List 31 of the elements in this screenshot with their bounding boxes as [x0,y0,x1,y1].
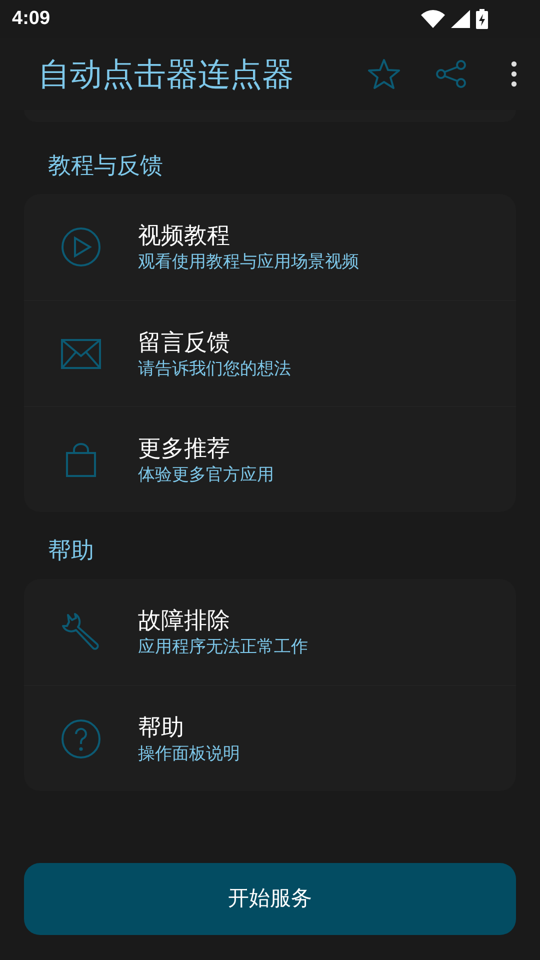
item-subtitle: 操作面板说明 [138,742,240,764]
item-title: 故障排除 [138,606,231,635]
wrench-icon [62,613,100,651]
menu-item[interactable]: 帮助 操作面板说明 [24,685,516,791]
item-title: 视频教程 [138,221,231,250]
section-header: 教程与反馈 [47,151,164,180]
section-header: 帮助 [47,536,95,565]
menu-item[interactable]: 故障排除 应用程序无法正常工作 [24,579,516,685]
app-title: 自动点击器连点器 [38,55,295,94]
item-title: 留言反馈 [138,328,231,356]
status-time: 4:09 [12,6,50,31]
start-service-button[interactable]: 开始服务 [24,863,516,935]
shopping-bag-icon [66,442,96,476]
more-options-icon[interactable] [510,61,518,87]
envelope-icon [61,338,101,368]
star-icon[interactable] [368,58,400,90]
menu-item[interactable]: 留言反馈 请告诉我们您的想法 [24,300,516,406]
menu-item[interactable]: 视频教程 观看使用教程与应用场景视频 [24,194,516,300]
share-icon[interactable] [436,60,466,88]
item-subtitle: 请告诉我们您的想法 [138,358,291,380]
item-subtitle: 观看使用教程与应用场景视频 [138,251,359,273]
play-icon [61,227,101,267]
item-title: 帮助 [138,712,185,742]
item-subtitle: 应用程序无法正常工作 [138,636,308,658]
menu-item[interactable]: 更多推荐 体验更多官方应用 [24,406,516,512]
item-subtitle: 体验更多官方应用 [138,464,274,486]
question-icon [61,718,101,758]
wifi-icon [421,10,445,28]
signal-icon [451,10,470,28]
battery-icon [476,9,488,29]
item-title: 更多推荐 [138,434,231,462]
